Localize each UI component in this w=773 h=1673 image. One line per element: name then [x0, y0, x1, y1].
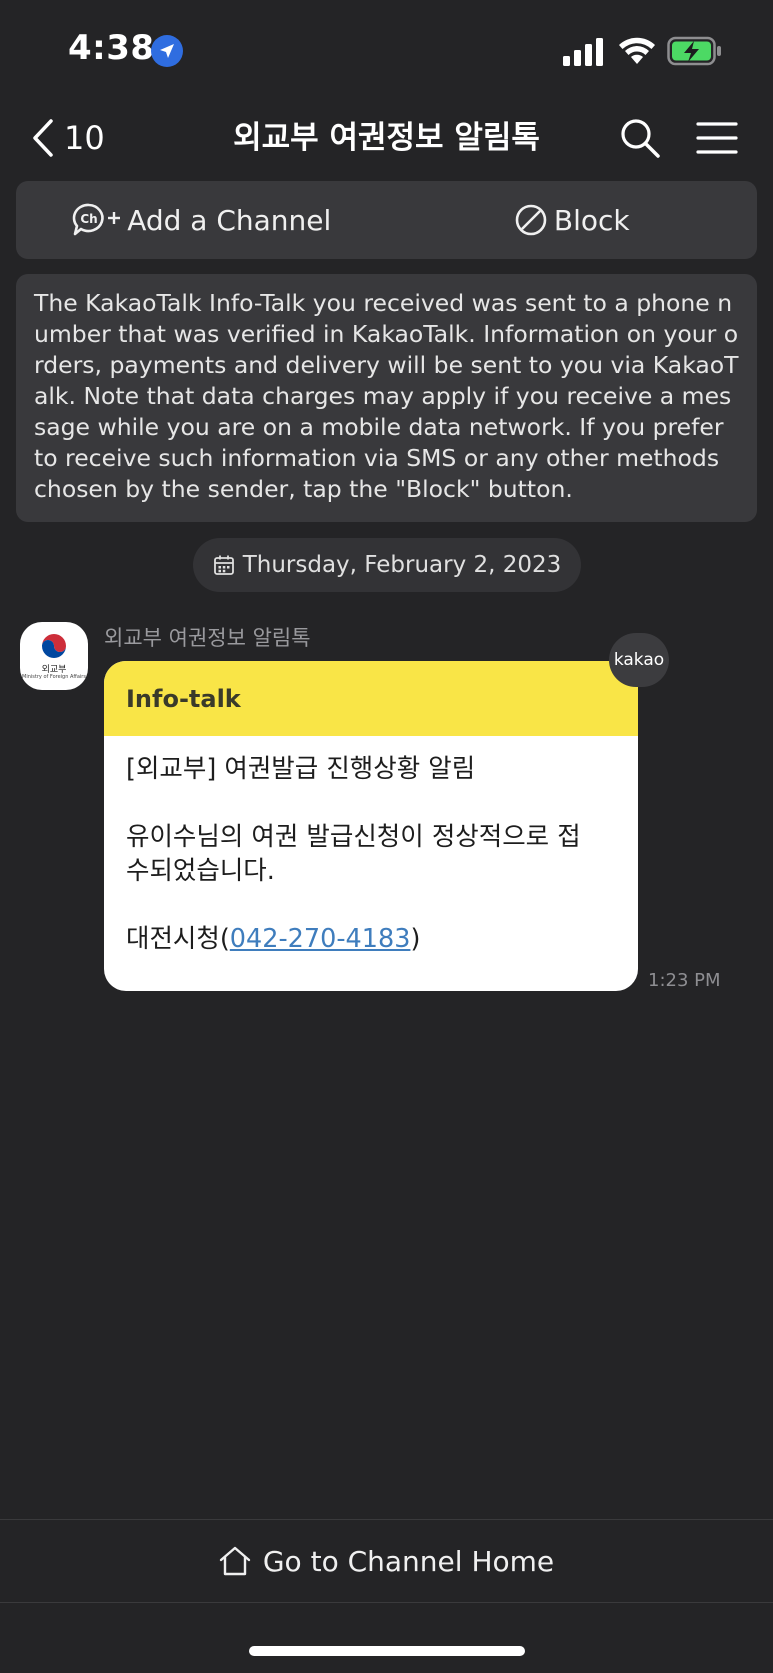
battery-charging-icon [667, 36, 721, 66]
contact-line: 대전시청(042-270-4183) [126, 922, 616, 956]
channel-icon-text: Ch [81, 212, 98, 226]
phone-link[interactable]: 042-270-4183 [230, 924, 411, 954]
avatar-sublabel: Ministry of Foreign Affairs [22, 674, 86, 680]
block-icon [515, 204, 547, 236]
message-bubble: Info-talk [외교부] 여권발급 진행상황 알림 유이수님의 여권 발급… [104, 661, 638, 991]
contact-prefix: 대전시청( [126, 924, 230, 954]
message-body: [외교부] 여권발급 진행상황 알림 유이수님의 여권 발급신청이 정상적으로 … [104, 736, 638, 972]
chat-title: 외교부 여권정보 알림톡 [233, 120, 540, 156]
message-line: 유이수님의 여권 발급신청이 정상적으로 접 [126, 822, 581, 852]
info-talk-notice: The KakaoTalk Info-Talk you received was… [16, 274, 757, 522]
sender-avatar[interactable]: 외교부 Ministry of Foreign Affairs [20, 622, 88, 690]
status-bar: 4:38 [0, 0, 773, 100]
calendar-icon [213, 555, 234, 575]
block-label: Block [553, 203, 630, 237]
back-button[interactable]: 10 [30, 114, 105, 162]
nav-bar: 10 외교부 여권정보 알림톡 [0, 100, 773, 176]
contact-suffix: ) [410, 924, 421, 954]
location-arrow-icon [151, 35, 183, 67]
channel-action-bar: Ch Add a Channel Block [16, 181, 757, 259]
channel-add-icon: Ch [72, 203, 121, 236]
add-channel-button[interactable]: Ch Add a Channel [16, 181, 387, 259]
unread-count: 10 [64, 119, 105, 157]
sender-name: 외교부 여권정보 알림톡 [104, 626, 311, 650]
status-time: 4:38 [68, 28, 155, 68]
block-button[interactable]: Block [387, 181, 758, 259]
message-line: 수되었습니다. [126, 856, 275, 886]
date-label: Thursday, February 2, 2023 [242, 552, 562, 578]
channel-home-label: Go to Channel Home [262, 1544, 555, 1578]
ministry-emblem-icon [42, 634, 66, 658]
home-icon [219, 1546, 251, 1576]
message-line: [외교부] 여권발급 진행상황 알림 [126, 754, 476, 784]
message-timestamp: 1:23 PM [648, 970, 721, 991]
search-icon[interactable] [618, 116, 662, 160]
add-channel-label: Add a Channel [127, 203, 332, 237]
home-indicator[interactable] [249, 1646, 525, 1656]
info-talk-header: Info-talk [104, 661, 638, 736]
hamburger-menu-icon[interactable] [695, 118, 739, 158]
wifi-icon [619, 37, 655, 64]
cellular-signal-icon [563, 38, 603, 66]
channel-home-button[interactable]: Go to Channel Home [0, 1519, 773, 1603]
date-divider: Thursday, February 2, 2023 [193, 538, 581, 592]
chevron-left-icon [33, 119, 53, 157]
kakao-badge: kakao [609, 633, 669, 687]
